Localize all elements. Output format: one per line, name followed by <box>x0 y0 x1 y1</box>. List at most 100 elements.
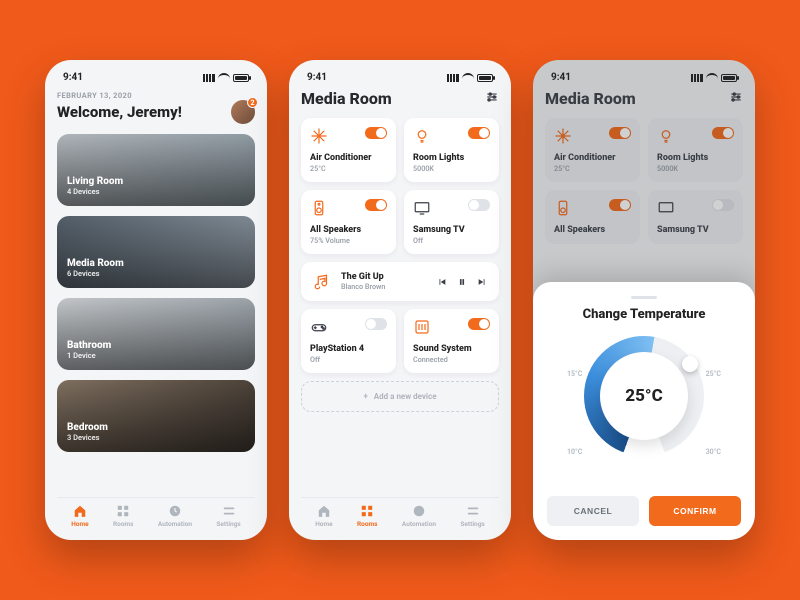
music-icon <box>313 273 331 291</box>
device-card-air-conditioner[interactable]: Air Conditioner 25°C <box>301 118 396 182</box>
tab-automation[interactable]: Automation <box>402 504 436 528</box>
track-title: The Git Up <box>341 272 427 282</box>
room-device-count: 1 Device <box>67 351 245 360</box>
sliders-icon <box>466 504 480 518</box>
home-icon <box>317 504 331 518</box>
tab-home[interactable]: Home <box>71 504 88 528</box>
device-toggle[interactable] <box>365 199 387 211</box>
sliders-icon <box>222 504 236 518</box>
phone-temperature-sheet: 9:41 Media Room Air Conditioner 25°C Roo… <box>533 60 755 540</box>
bulb-icon <box>413 127 431 145</box>
now-playing-card[interactable]: The Git Up Blanco Brown <box>301 262 499 301</box>
cancel-button[interactable]: CANCEL <box>547 496 639 526</box>
room-device-count: 4 Devices <box>67 187 245 196</box>
device-name: Samsung TV <box>413 225 490 235</box>
welcome-heading: Welcome, Jeremy! <box>57 103 182 121</box>
snowflake-icon <box>310 127 328 145</box>
sheet-handle[interactable] <box>631 296 657 299</box>
room-card-living-room[interactable]: Living Room 4 Devices <box>57 134 255 206</box>
temperature-sheet: Change Temperature 20°C 25°C 30°C 10°C 1… <box>533 282 755 540</box>
wifi-icon <box>218 73 230 82</box>
status-time: 9:41 <box>63 72 83 83</box>
device-name: Room Lights <box>413 153 490 163</box>
notification-badge: 2 <box>247 97 258 108</box>
tab-settings[interactable]: Settings <box>216 504 240 528</box>
device-toggle[interactable] <box>468 318 490 330</box>
temperature-value: 25°C <box>625 386 662 406</box>
signal-icon <box>203 74 215 82</box>
device-status: 75% Volume <box>310 236 387 245</box>
signal-icon <box>447 74 459 82</box>
device-status: Off <box>413 236 490 245</box>
device-card-sound-system[interactable]: Sound System Connected <box>404 309 499 373</box>
device-toggle[interactable] <box>365 318 387 330</box>
avatar[interactable]: 2 <box>231 100 255 124</box>
tab-label: Rooms <box>113 520 133 528</box>
room-name: Living Room <box>67 176 245 187</box>
dial-tick: 25°C <box>706 370 721 378</box>
tab-label: Settings <box>460 520 484 528</box>
pause-button[interactable] <box>457 272 467 291</box>
status-indicators <box>203 73 249 82</box>
tab-rooms[interactable]: Rooms <box>357 504 377 528</box>
tab-label: Home <box>315 520 332 528</box>
tab-home[interactable]: Home <box>315 504 332 528</box>
clock-icon <box>168 504 182 518</box>
tab-bar: Home Rooms Automation Settings <box>57 497 255 528</box>
status-bar: 9:41 <box>57 72 255 85</box>
tab-automation[interactable]: Automation <box>158 504 192 528</box>
plus-icon: + <box>363 392 367 401</box>
confirm-button[interactable]: CONFIRM <box>649 496 741 526</box>
tab-label: Automation <box>402 520 436 528</box>
sheet-title: Change Temperature <box>547 307 741 322</box>
phone-room-detail: 9:41 Media Room Air Conditioner 25°C <box>289 60 511 540</box>
tab-settings[interactable]: Settings <box>460 504 484 528</box>
page-title: Media Room <box>301 89 392 108</box>
speaker-icon <box>310 199 328 217</box>
equalizer-icon <box>413 318 431 336</box>
device-card-playstation[interactable]: PlayStation 4 Off <box>301 309 396 373</box>
clock-icon <box>412 504 426 518</box>
next-button[interactable] <box>477 272 487 291</box>
add-device-button[interactable]: + Add a new device <box>301 381 499 412</box>
battery-icon <box>477 74 493 82</box>
room-card-bathroom[interactable]: Bathroom 1 Device <box>57 298 255 370</box>
dial-tick: 30°C <box>706 448 721 456</box>
temperature-dial[interactable]: 20°C 25°C 30°C 10°C 15°C 25°C <box>569 336 719 486</box>
device-toggle[interactable] <box>365 127 387 139</box>
device-status: Off <box>310 355 387 364</box>
device-toggle[interactable] <box>468 127 490 139</box>
tv-icon <box>413 199 431 217</box>
device-status: 5000K <box>413 164 490 173</box>
device-card-room-lights[interactable]: Room Lights 5000K <box>404 118 499 182</box>
status-time: 9:41 <box>307 72 327 83</box>
tab-rooms[interactable]: Rooms <box>113 504 133 528</box>
dial-tick: 10°C <box>567 448 582 456</box>
device-card-samsung-tv[interactable]: Samsung TV Off <box>404 190 499 254</box>
tab-label: Rooms <box>357 520 377 528</box>
device-name: Air Conditioner <box>310 153 387 163</box>
filter-button[interactable] <box>485 89 499 108</box>
status-bar: 9:41 <box>301 72 499 85</box>
prev-button[interactable] <box>437 272 447 291</box>
tab-label: Home <box>71 520 88 528</box>
add-device-label: Add a new device <box>374 392 437 401</box>
device-toggle[interactable] <box>468 199 490 211</box>
room-card-bedroom[interactable]: Bedroom 3 Devices <box>57 380 255 452</box>
tab-bar: Home Rooms Automation Settings <box>301 497 499 528</box>
dial-knob[interactable] <box>682 356 698 372</box>
battery-icon <box>233 74 249 82</box>
room-name: Bedroom <box>67 422 245 433</box>
wifi-icon <box>462 73 474 82</box>
device-status: 25°C <box>310 164 387 173</box>
device-name: Sound System <box>413 344 490 354</box>
device-name: PlayStation 4 <box>310 344 387 354</box>
device-card-all-speakers[interactable]: All Speakers 75% Volume <box>301 190 396 254</box>
header-date: FEBRUARY 13, 2020 <box>57 91 255 100</box>
gamepad-icon <box>310 318 328 336</box>
room-device-count: 3 Devices <box>67 433 245 442</box>
tab-label: Automation <box>158 520 192 528</box>
room-name: Bathroom <box>67 340 245 351</box>
room-card-media-room[interactable]: Media Room 6 Devices <box>57 216 255 288</box>
grid-icon <box>360 504 374 518</box>
